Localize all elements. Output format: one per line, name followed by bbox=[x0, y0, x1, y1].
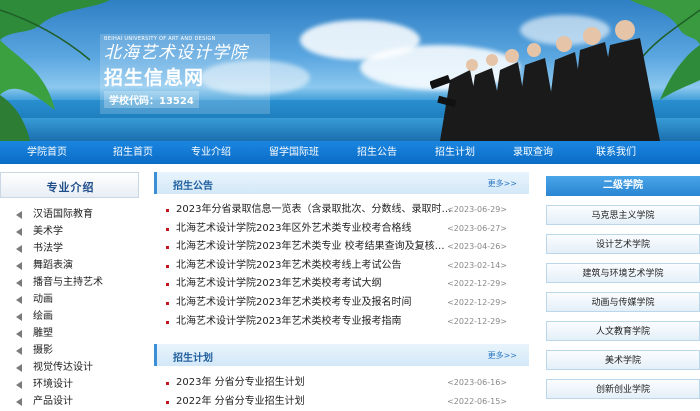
list-item: 北海艺术设计学院2023年艺术类校考考试大纲 <2022-12-29> bbox=[154, 275, 529, 294]
major-item[interactable]: 摄影 bbox=[0, 342, 139, 359]
list-item: 北海艺术设计学院2023年区外艺术类专业校考合格线 <2023-06-27> bbox=[154, 220, 529, 239]
triangle-left-icon bbox=[16, 381, 22, 389]
date-label: <2022-12-29> bbox=[447, 297, 507, 307]
nav-admission-home[interactable]: 招生首页 bbox=[94, 141, 172, 164]
announcement-link[interactable]: 北海艺术设计学院2023年艺术类专业 校考结果查询及复核办法 bbox=[176, 238, 452, 257]
list-item: 北海艺术设计学院2023年艺术类校考线上考试公告 <2023-02-14> bbox=[154, 257, 529, 276]
major-item[interactable]: 汉语国际教育 bbox=[0, 206, 139, 223]
announcement-link[interactable]: 北海艺术设计学院2023年艺术类校考专业报考指南 bbox=[176, 313, 452, 332]
school-code: 学校代码：13524 bbox=[104, 91, 199, 108]
plan-link[interactable]: 2023年 分省分专业招生计划 bbox=[176, 374, 452, 393]
list-item: 北海艺术设计学院2023年艺术类专业 校考结果查询及复核办法 <2023-04-2… bbox=[154, 238, 529, 257]
plans-header: 招生计划 更多>> bbox=[154, 344, 529, 367]
triangle-left-icon bbox=[16, 262, 22, 270]
triangle-left-icon bbox=[16, 296, 22, 304]
announcement-link[interactable]: 北海艺术设计学院2023年艺术类校考考试大纲 bbox=[176, 275, 452, 294]
nav-plans[interactable]: 招生计划 bbox=[416, 141, 494, 164]
announcements-list: 2023年分省录取信息一览表（含录取批次、分数线、录取时间） <2023-06-2… bbox=[154, 201, 529, 331]
triangle-left-icon bbox=[16, 279, 22, 287]
nav-admission-query[interactable]: 录取查询 bbox=[494, 141, 572, 164]
bullet-icon bbox=[166, 301, 169, 305]
college-button[interactable]: 创新创业学院 bbox=[546, 379, 700, 399]
announcement-link[interactable]: 北海艺术设计学院2023年艺术类校考线上考试公告 bbox=[176, 257, 452, 276]
plans-title: 招生计划 bbox=[173, 353, 213, 365]
announcements-title: 招生公告 bbox=[173, 181, 213, 192]
bullet-icon bbox=[166, 264, 169, 268]
plans-list: 2023年 分省分专业招生计划 <2023-06-16> 2022年 分省分专业招… bbox=[154, 374, 529, 411]
triangle-left-icon bbox=[16, 364, 22, 372]
major-item[interactable]: 舞蹈表演 bbox=[0, 257, 139, 274]
triangle-left-icon bbox=[16, 228, 22, 236]
nav-announcements[interactable]: 招生公告 bbox=[338, 141, 416, 164]
list-item: 2022年 分省分专业招生计划 <2022-06-15> bbox=[154, 393, 529, 411]
list-item: 2023年 分省分专业招生计划 <2023-06-16> bbox=[154, 374, 529, 393]
list-item: 北海艺术设计学院2023年艺术类校考专业及报名时间 <2022-12-29> bbox=[154, 294, 529, 313]
majors-list: 汉语国际教育 美术学 书法学 舞蹈表演 播音与主持艺术 动画 绘画 雕塑 摄影 … bbox=[0, 206, 139, 410]
major-item[interactable]: 书法学 bbox=[0, 240, 139, 257]
announcements-more-link[interactable]: 更多>> bbox=[488, 178, 517, 189]
major-item[interactable]: 美术学 bbox=[0, 223, 139, 240]
date-label: <2022-06-15> bbox=[447, 396, 507, 406]
bullet-icon bbox=[166, 382, 169, 386]
college-button[interactable]: 动画与传媒学院 bbox=[546, 292, 700, 312]
bullet-icon bbox=[166, 246, 169, 250]
date-label: <2023-06-16> bbox=[447, 378, 507, 388]
nav-contact[interactable]: 联系我们 bbox=[572, 141, 660, 164]
date-label: <2023-02-14> bbox=[447, 260, 507, 270]
major-item[interactable]: 绘画 bbox=[0, 308, 139, 325]
majors-title: 专业介绍 bbox=[46, 181, 95, 194]
colleges-panel: 二级学院 马克思主义学院 设计艺术学院 建筑与环境艺术学院 动画与传媒学院 人文… bbox=[546, 176, 700, 399]
date-label: <2022-12-29> bbox=[447, 279, 507, 289]
plans-more-link[interactable]: 更多>> bbox=[488, 350, 517, 361]
triangle-left-icon bbox=[16, 330, 22, 338]
news-column: 招生公告 更多>> 2023年分省录取信息一览表（含录取批次、分数线、录取时间）… bbox=[154, 172, 529, 411]
plan-link[interactable]: 2022年 分省分专业招生计划 bbox=[176, 393, 452, 411]
announcement-link[interactable]: 北海艺术设计学院2023年艺术类校考专业及报名时间 bbox=[176, 294, 452, 313]
date-label: <2022-12-29> bbox=[447, 316, 507, 326]
major-item[interactable]: 产品设计 bbox=[0, 393, 139, 410]
school-name-logo: 北海艺术设计学院 bbox=[104, 43, 248, 63]
triangle-left-icon bbox=[16, 211, 22, 219]
announcements-header: 招生公告 更多>> bbox=[154, 172, 529, 194]
date-label: <2023-06-29> bbox=[447, 205, 507, 214]
nav-college-home[interactable]: 学院首页 bbox=[0, 141, 94, 164]
palm-leaf-left-image bbox=[0, 0, 110, 141]
major-item[interactable]: 环境设计 bbox=[0, 376, 139, 393]
date-label: <2023-06-27> bbox=[447, 223, 507, 233]
triangle-left-icon bbox=[16, 245, 22, 253]
colleges-title: 二级学院 bbox=[546, 176, 700, 196]
triangle-left-icon bbox=[16, 347, 22, 355]
bullet-icon bbox=[166, 227, 169, 231]
list-item: 北海艺术设计学院2023年艺术类校考专业报考指南 <2022-12-29> bbox=[154, 313, 529, 332]
header-banner: BEIHAI UNIVERSITY OF ART AND DESIGN 北海艺术… bbox=[0, 0, 700, 141]
bullet-icon bbox=[166, 320, 169, 324]
nav-international[interactable]: 留学国际班 bbox=[250, 141, 338, 164]
graduates-photo bbox=[430, 20, 660, 141]
major-item[interactable]: 播音与主持艺术 bbox=[0, 274, 139, 291]
college-button[interactable]: 美术学院 bbox=[546, 350, 700, 370]
majors-panel: 专业介绍 汉语国际教育 美术学 书法学 舞蹈表演 播音与主持艺术 动画 绘画 雕… bbox=[0, 172, 139, 407]
list-item: 2023年分省录取信息一览表（含录取批次、分数线、录取时间） <2023-06-2… bbox=[154, 201, 529, 220]
announcement-link[interactable]: 北海艺术设计学院2023年区外艺术类专业校考合格线 bbox=[176, 220, 452, 239]
college-button[interactable]: 建筑与环境艺术学院 bbox=[546, 263, 700, 283]
main-nav: 学院首页 招生首页 专业介绍 留学国际班 招生公告 招生计划 录取查询 联系我们 bbox=[0, 141, 700, 164]
major-item[interactable]: 视觉传达设计 bbox=[0, 359, 139, 376]
major-item[interactable]: 雕塑 bbox=[0, 325, 139, 342]
nav-majors[interactable]: 专业介绍 bbox=[172, 141, 250, 164]
majors-header: 专业介绍 bbox=[0, 172, 139, 198]
announcement-link[interactable]: 2023年分省录取信息一览表（含录取批次、分数线、录取时间） bbox=[176, 201, 452, 220]
date-label: <2023-04-26> bbox=[447, 242, 507, 252]
bullet-icon bbox=[166, 283, 169, 287]
bullet-icon bbox=[166, 400, 169, 404]
college-button[interactable]: 人文教育学院 bbox=[546, 321, 700, 341]
college-button[interactable]: 马克思主义学院 bbox=[546, 205, 700, 225]
triangle-left-icon bbox=[16, 398, 22, 406]
site-title: 招生信息网 bbox=[104, 67, 205, 89]
major-item[interactable]: 动画 bbox=[0, 291, 139, 308]
triangle-left-icon bbox=[16, 313, 22, 321]
bullet-icon bbox=[166, 209, 169, 212]
college-button[interactable]: 设计艺术学院 bbox=[546, 234, 700, 254]
